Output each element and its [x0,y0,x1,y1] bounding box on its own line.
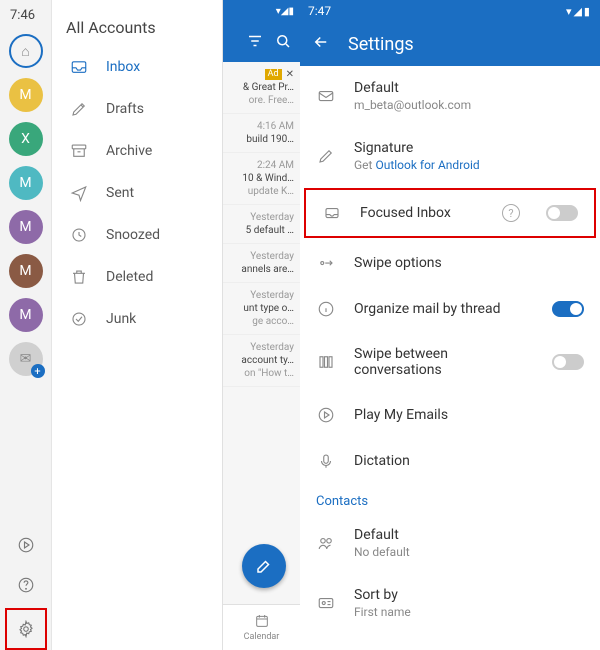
nav-label: Archive [106,143,152,159]
mail-peek-row[interactable]: Yesterday5 default … [223,205,300,244]
mail-peek-row[interactable]: 4:16 AMbuild 190… [223,114,300,153]
mail-peek-row[interactable]: 2:24 AM10 & Wind…update K… [223,153,300,205]
contacts-section-label: Contacts [300,484,600,513]
avatar-acct-brown[interactable]: M [9,254,43,288]
filter-icon[interactable] [246,32,264,53]
calendar-tab[interactable]: Calendar [244,613,280,642]
setting-columns[interactable]: Swipe between conversations [300,332,600,392]
help-icon[interactable]: ? [502,204,520,222]
setting-title: Play My Emails [354,407,584,423]
setting-title: Signature [354,140,584,156]
gear-icon[interactable] [9,612,43,646]
junk-icon [66,310,92,328]
setting-title: Sort by [354,587,584,603]
card-icon [316,594,336,612]
focused-icon [322,204,342,222]
drawer-title: All Accounts [66,18,156,37]
avatar-acct-add[interactable]: ✉ [9,342,43,376]
setting-title: Dictation [354,453,584,469]
sent-icon [66,184,92,202]
focused-inbox-highlight: Focused Inbox? [304,188,596,238]
avatar-acct-purple2[interactable]: M [9,298,43,332]
status-bar: 7:47 ▾◢▮ [300,0,600,22]
play-icon[interactable] [9,528,43,562]
snoozed-icon [66,226,92,244]
inbox-peek: ▾◢▮ Ad✕ & Great Pr… ore. Free… 4:16 AMbu… [222,0,300,650]
toggle[interactable] [552,301,584,317]
link[interactable]: Outlook for Android [375,158,479,172]
ad-badge: Ad [265,69,282,81]
info-icon [316,300,336,318]
avatar-acct-green[interactable]: X [9,122,43,156]
pen-icon [316,147,336,165]
setting-mail[interactable]: Defaultm_beta@outlook.com [300,66,600,126]
avatar-home[interactable]: ⌂ [9,34,43,68]
setting-swipe[interactable]: Swipe options [300,240,600,286]
setting-play[interactable]: Play My Emails [300,392,600,438]
setting-people[interactable]: DefaultNo default [300,513,600,573]
back-icon[interactable] [312,33,330,55]
mail-peek-row[interactable]: Yesterdayannels are… [223,244,300,283]
mic-icon [316,452,336,470]
nav-label: Snoozed [106,227,160,243]
mail-peek-row[interactable]: Yesterdayunt type o…ge acco… [223,283,300,335]
status-time: 7:47 [308,4,331,18]
deleted-icon [66,268,92,286]
status-time: 7:46 [10,8,35,23]
nav-label: Junk [106,311,136,327]
setting-title: Default [354,80,584,96]
toggle[interactable] [552,354,584,370]
setting-mic[interactable]: Dictation [300,438,600,484]
left-screenshot: 7:46 ⌂MXMMMM✉ All Accounts InboxDraftsAr… [0,0,300,650]
right-screenshot: 7:47 ▾◢▮ Settings Defaultm_beta@outlook.… [300,0,600,650]
archive-icon [66,142,92,160]
avatar-acct-purple[interactable]: M [9,210,43,244]
avatar-acct-yellow[interactable]: M [9,78,43,112]
setting-title: Swipe options [354,255,584,271]
bottom-nav: Calendar [223,604,300,650]
app-bar: Settings [300,22,600,66]
avatar-acct-teal[interactable]: M [9,166,43,200]
setting-title: Focused Inbox [360,205,484,221]
settings-highlight [5,608,47,650]
toggle[interactable] [546,205,578,221]
swipe-icon [316,254,336,272]
nav-label: Drafts [106,101,144,117]
compose-fab[interactable] [242,544,286,588]
setting-title: Organize mail by thread [354,301,534,317]
inbox-icon [66,58,92,76]
nav-label: Deleted [106,269,153,285]
mail-icon [316,87,336,105]
page-title: Settings [348,34,414,55]
ad-close-icon[interactable]: ✕ [286,68,294,81]
setting-title: Swipe between conversations [354,346,534,378]
setting-focused[interactable]: Focused Inbox? [306,190,594,236]
mail-peek-row[interactable]: Yesterdayaccount ty…on "How t… [223,335,300,387]
setting-card[interactable]: Sort byFirst name [300,573,600,633]
nav-label: Inbox [106,59,140,75]
columns-icon [316,353,336,371]
nav-label: Sent [106,185,134,201]
people-icon [316,534,336,552]
search-icon[interactable] [274,32,292,53]
setting-pen[interactable]: SignatureGet Outlook for Android [300,126,600,186]
account-rail: 7:46 ⌂MXMMMM✉ [0,0,52,650]
drafts-icon [66,100,92,118]
help-icon[interactable] [9,568,43,602]
setting-info[interactable]: Organize mail by thread [300,286,600,332]
setting-title: Default [354,527,584,543]
play-icon [316,406,336,424]
